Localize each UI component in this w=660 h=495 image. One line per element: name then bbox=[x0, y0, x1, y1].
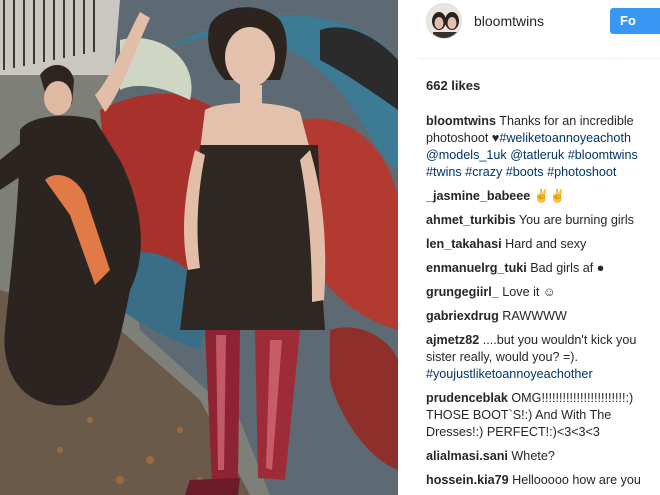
comment-text: Whete? bbox=[511, 449, 555, 463]
list-item: gabriexdrug RAWWWW bbox=[426, 308, 660, 325]
comment-text: Hard and sexy bbox=[505, 237, 587, 251]
list-item: enmanuelrg_tuki Bad girls af ● bbox=[426, 260, 660, 277]
comment-text: OMG!!!!!!!!!!!!!!!!!!!!!!!!:) bbox=[511, 391, 634, 405]
comment-username[interactable]: hossein.kia79 bbox=[426, 473, 509, 487]
comment-text: Bad girls af ● bbox=[530, 261, 605, 275]
caption-text-2: photoshoot bbox=[426, 131, 489, 145]
header-divider bbox=[418, 58, 660, 59]
comment-hashtag[interactable]: #youjustliketoannoyeachother bbox=[426, 367, 593, 381]
comment-username[interactable]: len_takahasi bbox=[426, 237, 502, 251]
comment-text: RAWWWW bbox=[502, 309, 567, 323]
list-item: len_takahasi Hard and sexy bbox=[426, 236, 660, 253]
comment-text: Hellooooo how are you bbox=[512, 473, 641, 487]
post-header: bloomtwins Fo bbox=[398, 0, 660, 45]
comment-username[interactable]: alialmasi.sani bbox=[426, 449, 508, 463]
comment-username[interactable]: prudenceblak bbox=[426, 391, 508, 405]
avatar[interactable] bbox=[426, 3, 462, 39]
avatar-icon bbox=[427, 4, 461, 38]
comment-username[interactable]: gabriexdrug bbox=[426, 309, 499, 323]
list-item: prudenceblak OMG!!!!!!!!!!!!!!!!!!!!!!!!… bbox=[426, 390, 660, 441]
comment-text-line3: Dresses!:) PERFECT!:)<3<3<3 bbox=[426, 425, 600, 439]
list-item: grungegiirl_ Love it ☺ bbox=[426, 284, 660, 301]
caption-tags-2[interactable]: @models_1uk @tatleruk #bloomtwins bbox=[426, 148, 638, 162]
caption-tags-3[interactable]: #twins #crazy #boots #photoshoot bbox=[426, 165, 616, 179]
comment-username[interactable]: enmanuelrg_tuki bbox=[426, 261, 527, 275]
follow-button[interactable]: Fo bbox=[610, 8, 660, 34]
post-panel: bloomtwins Fo 662 likes bloomtwins Thank… bbox=[398, 0, 660, 495]
comment-username[interactable]: _jasmine_babeee bbox=[426, 189, 530, 203]
header-username[interactable]: bloomtwins bbox=[474, 13, 544, 29]
caption-text-1: Thanks for an incredible bbox=[499, 114, 634, 128]
likes-count[interactable]: 662 likes bbox=[426, 78, 480, 93]
caption-username[interactable]: bloomtwins bbox=[426, 114, 496, 128]
comment-username[interactable]: ajmetz82 bbox=[426, 333, 479, 347]
caption-hashtag-1[interactable]: #weliketoannoyeachoth bbox=[499, 131, 631, 145]
list-item: ahmet_turkibis You are burning girls bbox=[426, 212, 660, 229]
comment-username[interactable]: grungegiirl_ bbox=[426, 285, 499, 299]
comment-username[interactable]: ahmet_turkibis bbox=[426, 213, 516, 227]
comments-list: bloomtwins Thanks for an incredible phot… bbox=[426, 113, 660, 495]
comment-text: ....but you wouldn't kick you bbox=[482, 333, 637, 347]
comment-text: You are burning girls bbox=[518, 213, 634, 227]
caption: bloomtwins Thanks for an incredible phot… bbox=[426, 113, 660, 181]
comment-text-line2: THOSE BOOT`S!:) And With The bbox=[426, 408, 612, 422]
victory-hand-icon: ✌✌ bbox=[533, 189, 566, 203]
post-photo[interactable] bbox=[0, 0, 398, 495]
list-item: _jasmine_babeee ✌✌ bbox=[426, 188, 660, 205]
comment-text-line2: sister really, would you? =). bbox=[426, 350, 579, 364]
comment-text: Love it ☺ bbox=[502, 285, 556, 299]
list-item: hossein.kia79 Hellooooo how are you bbox=[426, 472, 660, 489]
list-item: alialmasi.sani Whete? bbox=[426, 448, 660, 465]
photo-illustration bbox=[0, 0, 398, 495]
list-item: ajmetz82 ....but you wouldn't kick you s… bbox=[426, 332, 660, 383]
